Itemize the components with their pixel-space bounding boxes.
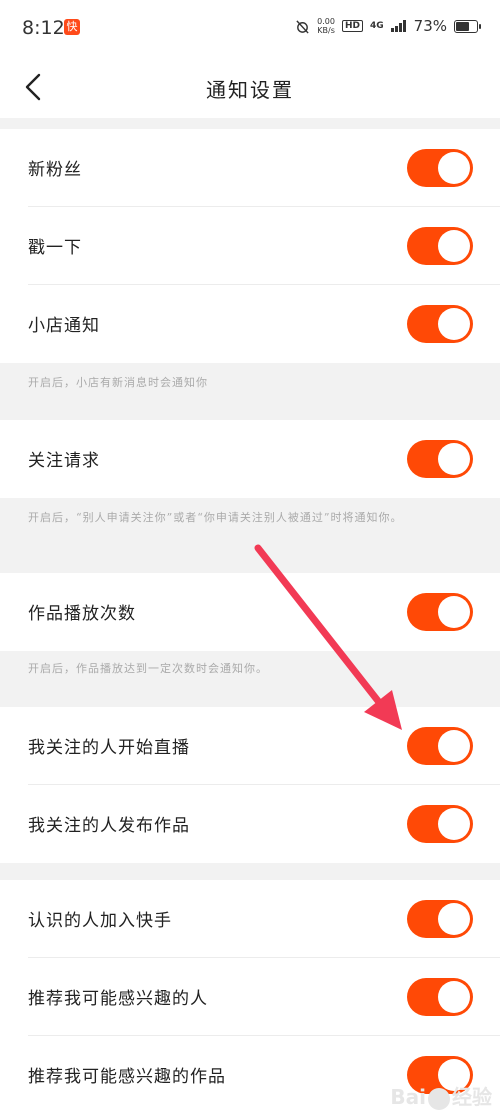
setting-row-new-followers: 新粉丝 <box>0 129 500 207</box>
follow-request-hint: 开启后，“别人申请关注你”或者“你申请关注别人被通过”时将通知你。 <box>28 511 403 524</box>
setting-row-new-works: 我关注的人发布作品 <box>0 785 500 863</box>
live-start-toggle[interactable] <box>407 727 473 765</box>
setting-label: 新粉丝 <box>28 160 82 180</box>
watermark-right: 经验 <box>452 1085 492 1109</box>
toggle-knob <box>438 808 470 840</box>
setting-row-shop: 小店通知 <box>0 285 500 363</box>
setting-label: 我关注的人发布作品 <box>28 816 190 836</box>
alarm-off-icon <box>296 19 309 34</box>
baidu-watermark: Bai 经验 <box>390 1081 492 1110</box>
shop-hint: 开启后，小店有新消息时会通知你 <box>28 376 208 389</box>
battery-percent: 73% <box>413 17 447 35</box>
status-indicators: 0.00 KB/s HD 4G 73% <box>295 17 481 35</box>
network-speed-unit: KB/s <box>317 26 335 35</box>
status-time: 8:12 <box>22 17 65 39</box>
setting-label: 戳一下 <box>28 238 82 258</box>
hd-badge: HD <box>341 20 363 32</box>
setting-label: 小店通知 <box>28 316 100 336</box>
network-speed-value: 0.00 <box>317 17 335 26</box>
setting-label: 认识的人加入快手 <box>28 911 172 931</box>
setting-row-live-start: 我关注的人开始直播 <box>0 707 500 785</box>
setting-row-follow-request: 关注请求 <box>0 420 500 498</box>
setting-row-acquaintance-join: 认识的人加入快手 <box>0 880 500 958</box>
setting-label: 作品播放次数 <box>28 604 136 624</box>
page-title: 通知设置 <box>206 78 294 102</box>
acquaintance-join-toggle[interactable] <box>407 900 473 938</box>
play-count-hint: 开启后，作品播放达到一定次数时会通知你。 <box>28 662 268 675</box>
toggle-knob <box>438 903 470 935</box>
follow-request-toggle[interactable] <box>407 440 473 478</box>
setting-label: 关注请求 <box>28 451 100 471</box>
paw-logo-icon <box>428 1087 450 1110</box>
new-works-toggle[interactable] <box>407 805 473 843</box>
setting-row-recommend-people: 推荐我可能感兴趣的人 <box>0 958 500 1036</box>
toggle-knob <box>438 730 470 762</box>
status-bar: 8:12 快 0.00 KB/s HD 4G 73% <box>0 0 500 58</box>
new-followers-toggle[interactable] <box>407 149 473 187</box>
shop-notification-toggle[interactable] <box>407 305 473 343</box>
battery-icon <box>454 19 481 33</box>
setting-label: 推荐我可能感兴趣的作品 <box>28 1067 226 1087</box>
setting-label: 推荐我可能感兴趣的人 <box>28 989 208 1009</box>
network-type: 4G <box>370 21 384 31</box>
battery-fill <box>456 21 469 31</box>
setting-row-poke: 戳一下 <box>0 207 500 285</box>
play-count-toggle[interactable] <box>407 593 473 631</box>
toggle-knob <box>438 152 470 184</box>
watermark-left: Bai <box>390 1085 426 1109</box>
setting-label: 我关注的人开始直播 <box>28 738 190 758</box>
toggle-knob <box>438 981 470 1013</box>
app-notification-icon: 快 <box>64 19 80 35</box>
poke-toggle[interactable] <box>407 227 473 265</box>
page-header: 通知设置 <box>0 58 500 118</box>
recommend-people-toggle[interactable] <box>407 978 473 1016</box>
signal-icon <box>390 20 406 32</box>
toggle-knob <box>438 308 470 340</box>
toggle-knob <box>438 230 470 262</box>
network-speed: 0.00 KB/s <box>317 17 335 35</box>
toggle-knob <box>438 596 470 628</box>
toggle-knob <box>438 443 470 475</box>
setting-row-play-count: 作品播放次数 <box>0 573 500 651</box>
